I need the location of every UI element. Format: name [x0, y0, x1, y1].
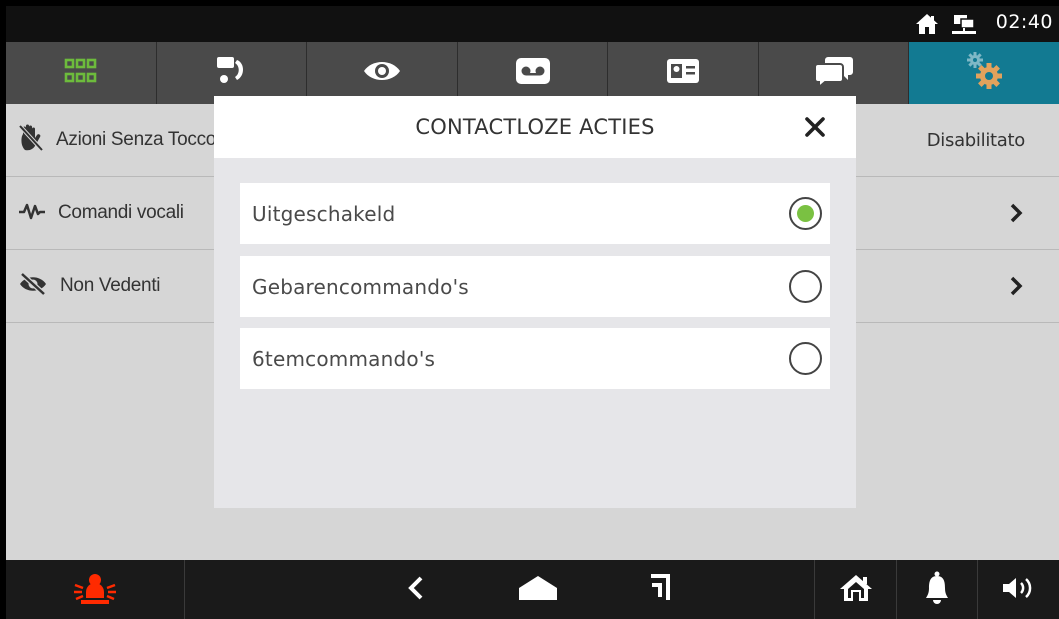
option-gesture-commands[interactable]: Gebarencommando's	[240, 256, 830, 317]
alarm-button[interactable]	[6, 560, 184, 619]
settings-row-value: Disabilitato	[926, 129, 1026, 151]
voice-wave-icon	[18, 202, 46, 224]
option-label: Uitgeschakeld	[252, 201, 396, 226]
house-button[interactable]	[816, 560, 896, 619]
back-button[interactable]	[386, 560, 446, 619]
option-label: 6temcommando's	[252, 346, 436, 371]
main-tabbar	[6, 42, 1059, 104]
tab-intercom[interactable]	[157, 42, 308, 104]
radio-button[interactable]	[789, 270, 822, 303]
tab-settings[interactable]	[909, 42, 1059, 104]
home-icon	[915, 13, 939, 39]
tab-contacts[interactable]	[608, 42, 759, 104]
bottom-navigation-bar	[6, 560, 1059, 619]
option-label: Gebarencommando's	[252, 274, 469, 299]
alarm-bug-icon	[72, 570, 118, 610]
option-voice-commands[interactable]: 6temcommando's	[240, 328, 830, 389]
eye-icon	[362, 58, 402, 88]
voicemail-icon	[515, 57, 551, 89]
recent-apps-button[interactable]	[630, 560, 690, 619]
speaker-icon	[1001, 575, 1037, 605]
bell-icon	[924, 571, 950, 609]
back-icon	[407, 575, 425, 605]
contact-card-icon	[666, 58, 700, 88]
dialog-header: CONTACTLOZE ACTIES	[214, 96, 856, 158]
home-shape-icon	[516, 573, 560, 607]
house-icon	[839, 573, 873, 607]
option-disabled[interactable]: Uitgeschakeld	[240, 183, 830, 244]
dialog-title: CONTACTLOZE ACTIES	[415, 115, 655, 139]
tab-voicemail[interactable]	[458, 42, 609, 104]
chevron-right-icon	[1009, 275, 1023, 301]
status-time: 02:40	[995, 11, 1053, 33]
radio-button-checked[interactable]	[789, 197, 822, 230]
recent-apps-icon	[648, 573, 672, 607]
tab-messages[interactable]	[759, 42, 910, 104]
settings-row-label: Non Vedenti	[60, 275, 161, 296]
contactless-actions-dialog: CONTACTLOZE ACTIES Uitgeschakeld Gebaren…	[214, 96, 856, 508]
intercom-call-icon	[214, 54, 248, 92]
chat-bubbles-icon	[813, 55, 854, 91]
network-icon	[951, 14, 977, 40]
tab-grid[interactable]	[6, 42, 157, 104]
settings-row-label: Azioni Senza Tocco	[56, 129, 217, 150]
settings-gears-icon	[963, 51, 1005, 95]
settings-row-label: Comandi vocali	[58, 202, 184, 223]
home-nav-button[interactable]	[506, 560, 570, 619]
close-icon[interactable]	[804, 116, 826, 138]
chevron-right-icon	[1009, 202, 1023, 228]
grid-icon	[64, 58, 98, 88]
status-bar: 02:40	[6, 6, 1059, 42]
radio-button[interactable]	[789, 342, 822, 375]
volume-button[interactable]	[978, 560, 1059, 619]
touchless-hand-icon	[18, 124, 44, 156]
eye-slash-icon	[18, 272, 48, 299]
notifications-button[interactable]	[897, 560, 977, 619]
tab-view[interactable]	[307, 42, 458, 104]
